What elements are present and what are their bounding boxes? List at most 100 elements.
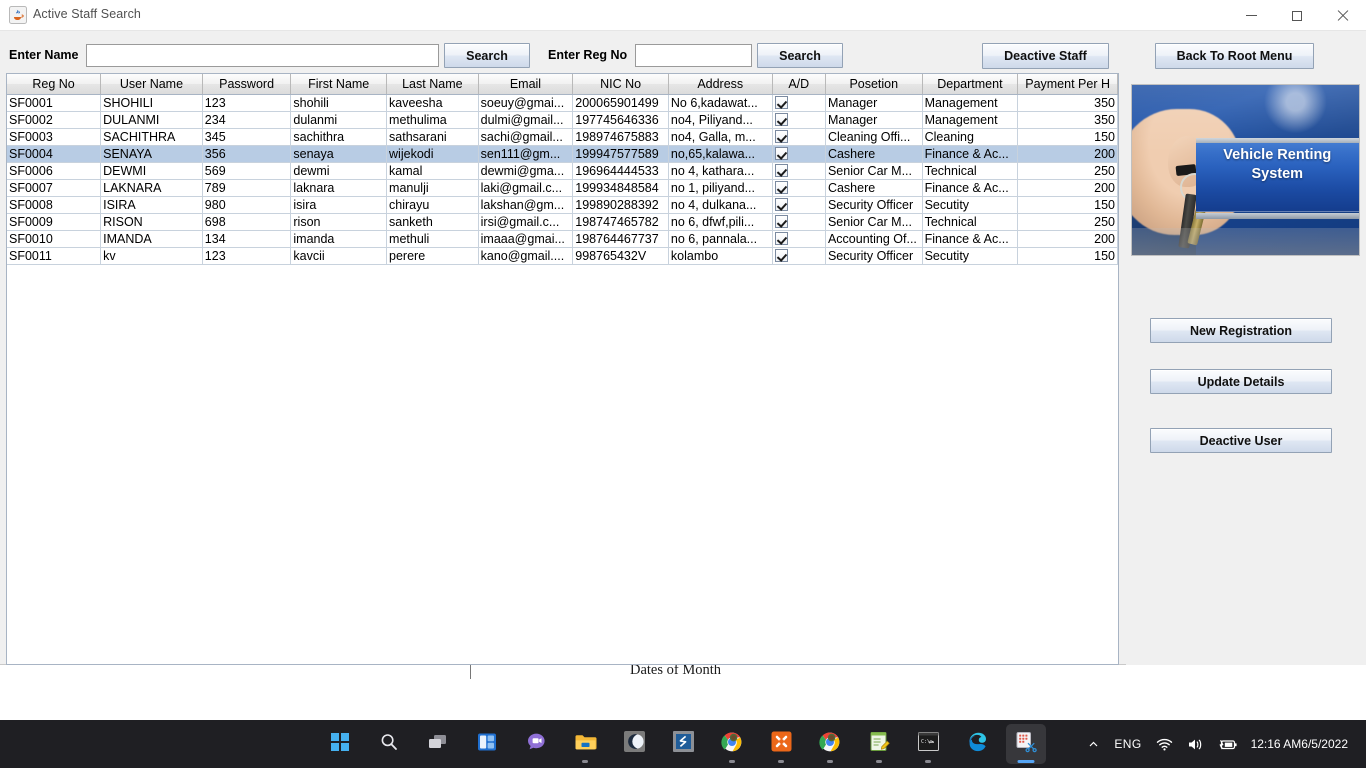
app-sublime[interactable] [663,724,703,764]
active-checkbox[interactable] [774,95,788,109]
column-header-2[interactable]: Password [202,74,292,95]
column-header-11[interactable]: Payment Per H [1017,74,1118,95]
active-checkbox[interactable] [774,163,788,177]
cell-last-name: manulji [386,179,479,197]
app-moon[interactable] [614,724,654,764]
cell-ad [772,213,826,231]
active-checkbox[interactable] [774,248,788,262]
cell-nic-no: 200065901499 [572,94,669,112]
start-button[interactable] [320,724,360,764]
cell-posetion: Security Officer [825,196,923,214]
column-header-5[interactable]: Email [478,74,574,95]
cell-department: Finance & Ac... [922,145,1019,163]
search-icon [379,732,399,757]
snipping-tool[interactable] [1006,724,1046,764]
search-by-name-button[interactable]: Search [444,43,530,68]
chrome-window-1[interactable] [712,724,752,764]
widgets-button[interactable] [467,724,507,764]
table-row[interactable]: SF0008 ISIRA 980 isira chirayu lakshan@gm... 1… [7,196,1118,214]
enter-reg-no-label: Enter Reg No [548,48,628,62]
cell-department: Cleaning [922,128,1019,146]
cell-password: 789 [202,179,292,197]
task-view-icon [427,732,449,757]
deactive-user-button[interactable]: Deactive User [1150,428,1332,453]
chat-video-icon [526,732,547,757]
column-header-3[interactable]: First Name [290,74,388,95]
staff-table: Reg No User Name Password First Name Last Na… [7,74,1118,265]
cell-posetion: Security Officer [825,247,923,265]
table-row[interactable]: SF0003 SACHITHRA 345 sachithra sathsarani sac… [7,128,1118,146]
update-details-button[interactable]: Update Details [1150,369,1332,394]
active-checkbox[interactable] [774,180,788,194]
cell-department: Management [922,94,1019,112]
running-indicator [729,760,735,763]
column-header-10[interactable]: Department [922,74,1019,95]
chrome-window-2[interactable] [810,724,850,764]
chat-button[interactable] [516,724,556,764]
cell-department: Secutity [922,247,1019,265]
active-checkbox[interactable] [774,197,788,211]
column-header-7[interactable]: Address [668,74,773,95]
cell-payment-per-h: 200 [1017,230,1118,248]
close-button[interactable] [1320,0,1366,31]
task-view-button[interactable] [418,724,458,764]
minimize-button[interactable] [1228,0,1274,31]
column-header-8[interactable]: A/D [772,74,826,95]
table-row[interactable]: SF0009 RISON 698 rison sanketh irsi@gmail.c..… [7,213,1118,231]
new-registration-button[interactable]: New Registration [1150,318,1332,343]
cell-first-name: shohili [290,94,388,112]
column-header-9[interactable]: Posetion [825,74,923,95]
table-row[interactable]: SF0011 kv 123 kavcii perere kano@gmail.... 998… [7,247,1118,265]
table-row[interactable]: SF0001 SHOHILI 123 shohili kaveesha soeuy@gma… [7,94,1118,112]
column-header-4[interactable]: Last Name [386,74,479,95]
volume-button[interactable] [1180,724,1211,764]
battery-button[interactable] [1211,724,1245,764]
column-header-1[interactable]: User Name [100,74,203,95]
cell-payment-per-h: 250 [1017,213,1118,231]
search-button[interactable] [369,724,409,764]
enter-reg-no-input[interactable] [635,44,752,67]
column-header-6[interactable]: NIC No [572,74,669,95]
edge-browser[interactable] [957,724,997,764]
back-to-root-menu-button[interactable]: Back To Root Menu [1155,43,1314,69]
active-checkbox[interactable] [774,146,788,160]
file-explorer[interactable] [565,724,605,764]
cell-nic-no: 199947577589 [572,145,669,163]
table-row[interactable]: SF0007 LAKNARA 789 laknara manulji laki@gmail… [7,179,1118,197]
active-checkbox[interactable] [774,129,788,143]
enter-name-input[interactable] [86,44,439,67]
cell-posetion: Cashere [825,179,923,197]
active-checkbox[interactable] [774,214,788,228]
table-row[interactable]: SF0010 IMANDA 134 imanda methuli imaaa@gmai..… [7,230,1118,248]
cell-email: lakshan@gm... [478,196,574,214]
running-indicator [778,760,784,763]
running-indicator [582,760,588,763]
wifi-button[interactable] [1149,724,1180,764]
cell-user-name: ISIRA [100,196,203,214]
window-title: Active Staff Search [33,7,141,21]
clock[interactable]: 12:16 AM 6/5/2022 [1245,724,1358,764]
command-prompt[interactable]: C:\> [908,724,948,764]
cell-posetion: Accounting Of... [825,230,923,248]
table-row[interactable]: SF0004 SENAYA 356 senaya wijekodi sen111@gm..… [7,145,1118,163]
cell-address: no 6, dfwf,pili... [668,213,773,231]
xampp[interactable] [761,724,801,764]
table-row[interactable]: SF0006 DEWMI 569 dewmi kamal dewmi@gma... 1969… [7,162,1118,180]
active-checkbox[interactable] [774,112,788,126]
minimize-icon [1245,15,1257,16]
notepad-editor[interactable] [859,724,899,764]
cell-reg-no: SF0001 [7,94,102,112]
cell-reg-no: SF0004 [7,145,102,163]
search-by-reg-no-button[interactable]: Search [757,43,843,68]
cell-nic-no: 198747465782 [572,213,669,231]
active-checkbox[interactable] [774,231,788,245]
maximize-button[interactable] [1274,0,1320,31]
cell-first-name: imanda [290,230,388,248]
cell-payment-per-h: 200 [1017,145,1118,163]
table-row[interactable]: SF0002 DULANMI 234 dulanmi methulima dulmi@gm… [7,111,1118,129]
staff-table-panel[interactable]: Reg No User Name Password First Name Last Na… [6,73,1119,665]
tray-overflow-button[interactable] [1080,724,1107,764]
deactive-staff-button[interactable]: Deactive Staff [982,43,1109,69]
language-indicator[interactable]: ENG [1107,724,1148,764]
column-header-0[interactable]: Reg No [7,74,102,95]
